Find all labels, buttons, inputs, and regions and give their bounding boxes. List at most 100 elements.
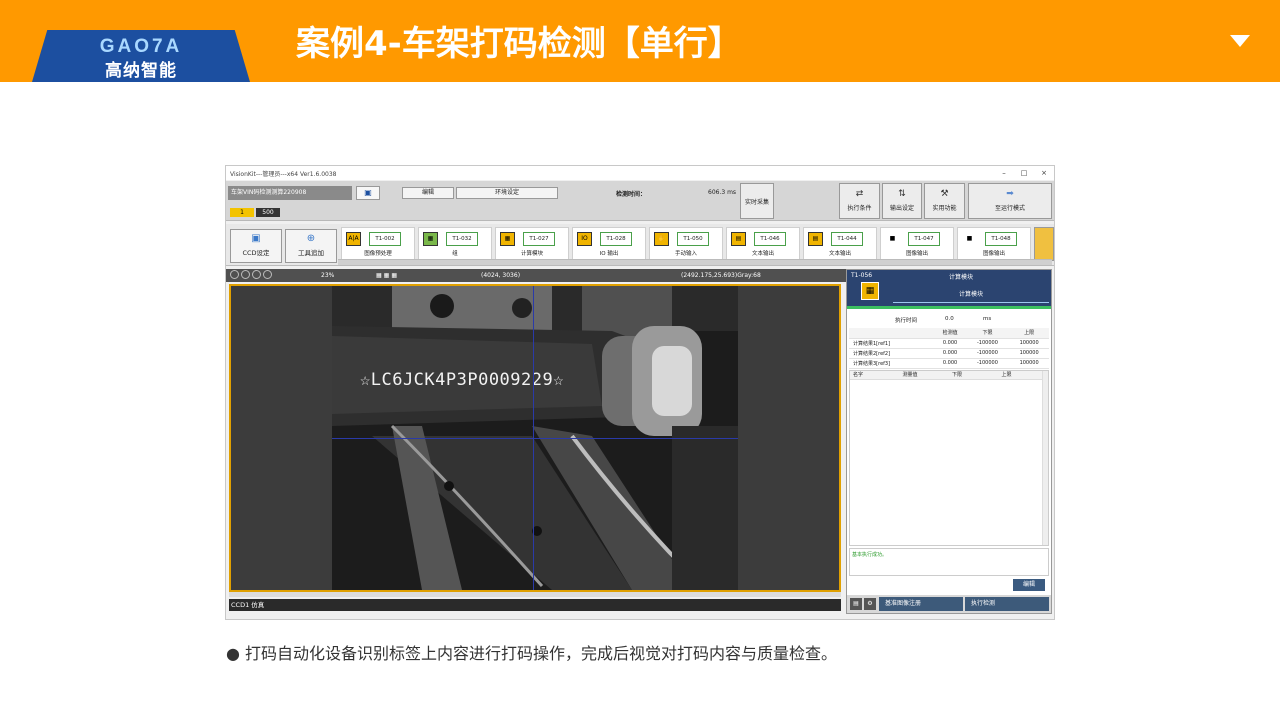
minimize-button[interactable]: – <box>994 169 1014 177</box>
maximize-button[interactable]: □ <box>1014 169 1034 177</box>
output-setting-button[interactable]: ⇅ 输出设定 <box>882 183 922 219</box>
list-header-cell: 上限 <box>1001 372 1012 378</box>
ccd-setting-button[interactable]: ▣ CCD设定 <box>230 229 282 263</box>
slide-title: 案例4-车架打码检测【单行】 <box>296 24 742 64</box>
floppy-icon: ■ <box>885 232 900 246</box>
flow-icon: ⇄ <box>855 189 864 199</box>
list-header-cell: 名字 <box>853 372 864 378</box>
tool-id: T1-002 <box>369 232 401 246</box>
panel-tool-id: T1-056 <box>851 272 873 279</box>
log-box: 基本执行成功。 <box>849 548 1049 576</box>
fit-icon[interactable] <box>252 270 261 279</box>
printer-icon[interactable]: ▤ <box>850 598 862 610</box>
gear-icon[interactable]: ⚙ <box>864 598 876 610</box>
zoom-reset-icon[interactable] <box>263 270 272 279</box>
utility-button[interactable]: ⚒ 实用功能 <box>924 183 965 219</box>
list-scrollbar[interactable] <box>1042 371 1048 545</box>
run-arrow-icon: ➡ <box>1006 189 1014 199</box>
tool-add-button[interactable]: ⊕ 工具追加 <box>285 229 337 263</box>
tool-t1-047[interactable]: ■ T1-047 图像输出 <box>880 227 954 261</box>
table-cell: -100000 <box>965 338 1010 349</box>
result-table: 检测值 下限 上限 计算结果1[ref1] 0.000 -100000 1000… <box>849 328 1049 369</box>
tool-t1-050[interactable]: ✋ T1-050 手动输入 <box>649 227 723 261</box>
tool-strip-scrollbar[interactable] <box>338 259 1052 265</box>
tool-id: T1-047 <box>908 232 940 246</box>
edit-dropdown[interactable]: 编辑 <box>402 187 454 199</box>
table-row[interactable]: 计算结果1[ref1] 0.000 -100000 100000 <box>849 338 1049 349</box>
tool-name: 手动输入 <box>674 251 697 257</box>
crosshair-vertical <box>533 286 534 590</box>
zoom-in-icon[interactable] <box>230 270 239 279</box>
exec-condition-label: 执行条件 <box>847 205 872 212</box>
output-setting-label: 输出设定 <box>889 205 914 212</box>
list-header: 名字 测量值 下限 上限 <box>850 371 1048 380</box>
edit-button[interactable]: 编辑 <box>1013 579 1045 591</box>
table-header-row: 检测值 下限 上限 <box>849 328 1049 339</box>
zoom-level: 23% <box>321 272 335 279</box>
tool-t1-048[interactable]: ■ T1-048 图像输出 <box>957 227 1031 261</box>
tool-name: 图像输出 <box>982 251 1005 257</box>
table-cell: -100000 <box>965 348 1010 359</box>
tool-t1-028[interactable]: IO T1-028 IO 输出 <box>572 227 646 261</box>
list-header-cell: 测量值 <box>902 372 918 378</box>
vision-app-window: VisionKit---管理员---x64 Ver1.6.0038 – □ × … <box>225 165 1055 620</box>
camera-icon: ▣ <box>251 233 261 244</box>
table-cell: 计算结果2[ref2] <box>849 348 935 359</box>
tool-t1-002[interactable]: A|A T1-002 图像预处理 <box>341 227 415 261</box>
exec-time-value: 0.0 <box>945 316 954 322</box>
zoom-controls <box>230 270 272 279</box>
tool-t1-046[interactable]: ▤ T1-046 文本输出 <box>726 227 800 261</box>
measure-list[interactable]: 名字 测量值 下限 上限 <box>849 370 1049 546</box>
table-cell: 100000 <box>1009 358 1049 369</box>
window-title: VisionKit---管理员---x64 Ver1.6.0038 <box>230 170 337 178</box>
exec-condition-button[interactable]: ⇄ 执行条件 <box>839 183 880 219</box>
project-select[interactable]: 车架VIN码检测测算220908 <box>228 186 352 200</box>
ref-image-register-button[interactable]: 基准图像注册 <box>879 597 963 611</box>
tool-name: 图像输出 <box>905 251 928 257</box>
table-cell: 0.000 <box>934 358 966 369</box>
table-row[interactable]: 计算结果2[ref2] 0.000 -100000 100000 <box>849 348 1049 359</box>
tool-t1-032[interactable]: ▦ T1-032 组 <box>418 227 492 261</box>
tab-badge[interactable]: 1 <box>230 208 254 217</box>
tool-name: 图像预处理 <box>364 251 392 257</box>
tool-t1-044[interactable]: ▤ T1-044 文本输出 <box>803 227 877 261</box>
tool-id: T1-027 <box>523 232 555 246</box>
tool-id: T1-046 <box>754 232 786 246</box>
tool-id: T1-032 <box>446 232 478 246</box>
run-mode-button[interactable]: ➡ 至运行模式 <box>968 183 1052 219</box>
tool-id: T1-050 <box>677 232 709 246</box>
env-dropdown[interactable]: 环境设定 <box>456 187 558 199</box>
table-row[interactable]: 计算结果3[ref3] 0.000 -100000 100000 <box>849 358 1049 369</box>
panel-header: T1-056 计算模块 ▦ 计算模块 <box>847 270 1051 306</box>
text-output-icon: ▤ <box>731 232 746 246</box>
crosshair-horizontal <box>332 438 738 439</box>
table-cell: 0.000 <box>934 348 966 359</box>
main-toolbar: 车架VIN码检测测算220908 ▣ 1 500 编辑 环境设定 检测时间： 6… <box>226 181 1054 221</box>
tab-count[interactable]: 500 <box>256 208 280 217</box>
zoom-out-icon[interactable] <box>241 270 250 279</box>
io-icon: IO <box>577 232 592 246</box>
table-cell: 100000 <box>1009 338 1049 349</box>
cursor-info: (2492.175,25.693)Gray:68 <box>681 272 761 279</box>
tool-name: 文本输出 <box>828 251 851 257</box>
image-viewport[interactable]: ☆LC6JCK4P3P0009229☆ <box>229 284 841 592</box>
live-capture-button[interactable]: 实时采集 <box>740 183 774 219</box>
calculator-icon: ▦ <box>500 232 515 246</box>
tool-id: T1-044 <box>831 232 863 246</box>
logo-en: GAO7A <box>99 36 183 57</box>
tool-id: T1-028 <box>600 232 632 246</box>
panel-header-line <box>893 302 1049 303</box>
tool-overflow[interactable] <box>1034 227 1054 261</box>
save-icon[interactable]: ▣ <box>356 186 380 200</box>
viewport-scrollbar[interactable] <box>229 592 841 597</box>
close-button[interactable]: × <box>1034 169 1054 177</box>
image-size: (4024, 3036) <box>481 272 521 279</box>
exec-detect-button[interactable]: 执行检测 <box>965 597 1049 611</box>
grid-icon[interactable]: ▦▦▦ <box>376 272 399 279</box>
panel-sub-name: 计算模块 <box>959 291 984 298</box>
tool-t1-027[interactable]: ▦ T1-027 计算模块 <box>495 227 569 261</box>
caret-down-icon[interactable] <box>1230 35 1250 47</box>
detect-time-value: 606.3 ms <box>708 189 737 196</box>
tool-name: 文本输出 <box>751 251 774 257</box>
hand-input-icon: ✋ <box>654 232 669 246</box>
